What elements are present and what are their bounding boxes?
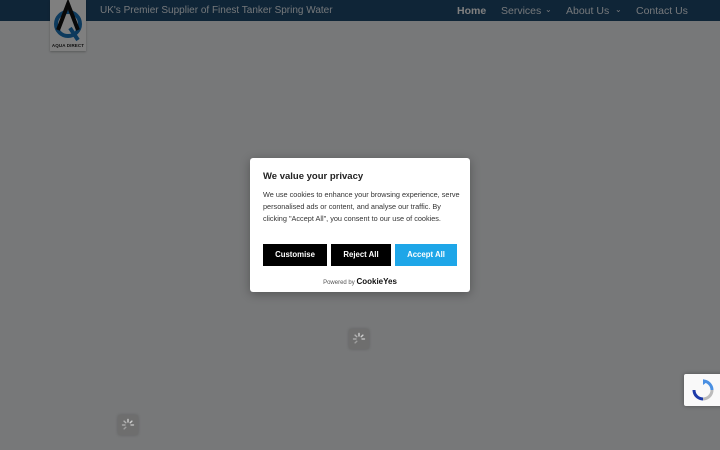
powered-by-label: Powered by [323, 280, 355, 286]
cookie-title: We value your privacy [263, 171, 364, 182]
reject-all-button[interactable]: Reject All [331, 244, 391, 266]
accept-all-button[interactable]: Accept All [395, 244, 457, 266]
cookieyes-logo[interactable]: CookieYes [356, 277, 396, 286]
recaptcha-badge[interactable] [684, 374, 720, 406]
customise-button[interactable]: Customise [263, 244, 327, 266]
image-loader [349, 329, 369, 349]
spinner-icon [121, 418, 135, 430]
recaptcha-icon [692, 379, 714, 401]
powered-by: Powered by CookieYes [250, 277, 470, 286]
cookie-description: We use cookies to enhance your browsing … [263, 190, 460, 223]
cookie-consent-dialog: We value your privacy We use cookies to … [250, 158, 470, 292]
image-loader [118, 415, 138, 435]
spinner-icon [352, 332, 366, 344]
